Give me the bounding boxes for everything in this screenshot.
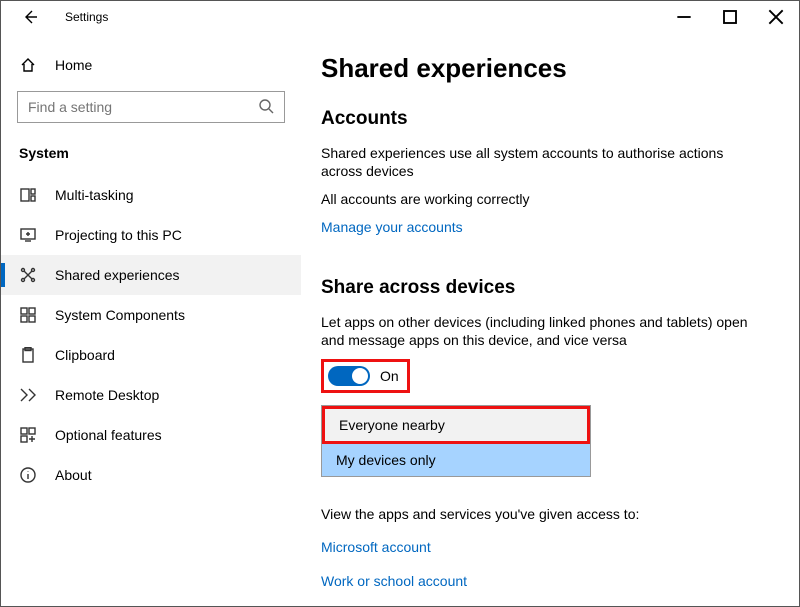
nav-label: About (55, 467, 92, 483)
sidebar-home[interactable]: Home (1, 45, 301, 85)
back-button[interactable] (15, 2, 45, 32)
arrow-left-icon (22, 9, 38, 25)
search-icon (258, 98, 274, 117)
sidebar-category: System (1, 141, 301, 175)
sidebar: Home System Multi-tasking Projecting to … (1, 33, 301, 606)
toggle-label: On (380, 368, 399, 384)
about-icon (19, 467, 37, 483)
access-desc: View the apps and services you've given … (321, 505, 759, 523)
sidebar-item-clipboard[interactable]: Clipboard (1, 335, 301, 375)
close-icon (768, 9, 784, 25)
accounts-heading: Accounts (321, 108, 759, 130)
sidebar-item-multitasking[interactable]: Multi-tasking (1, 175, 301, 215)
share-toggle[interactable] (328, 366, 370, 386)
close-button[interactable] (753, 2, 799, 32)
window-title: Settings (65, 10, 108, 24)
dropdown-option-everyone-nearby[interactable]: Everyone nearby (322, 406, 590, 444)
share-mode-dropdown[interactable]: Everyone nearby My devices only (321, 405, 591, 477)
toggle-knob (352, 368, 368, 384)
manage-accounts-link[interactable]: Manage your accounts (321, 219, 463, 235)
nav-label: System Components (55, 307, 185, 323)
nav-label: Multi-tasking (55, 187, 134, 203)
nav-label: Optional features (55, 427, 162, 443)
sidebar-home-label: Home (55, 57, 92, 73)
search-box[interactable] (17, 91, 285, 123)
sidebar-item-system-components[interactable]: System Components (1, 295, 301, 335)
shared-experiences-icon (19, 267, 37, 283)
sidebar-item-optional-features[interactable]: Optional features (1, 415, 301, 455)
share-devices-heading: Share across devices (321, 277, 759, 299)
work-school-account-link[interactable]: Work or school account (321, 573, 467, 589)
share-devices-desc: Let apps on other devices (including lin… (321, 313, 759, 349)
maximize-button[interactable] (707, 2, 753, 32)
clipboard-icon (19, 347, 37, 363)
microsoft-account-link[interactable]: Microsoft account (321, 539, 431, 555)
sidebar-item-about[interactable]: About (1, 455, 301, 495)
sidebar-item-shared-experiences[interactable]: Shared experiences (1, 255, 301, 295)
components-icon (19, 307, 37, 323)
accounts-desc: Shared experiences use all system accoun… (321, 144, 759, 180)
nav-label: Shared experiences (55, 267, 180, 283)
minimize-button[interactable] (661, 2, 707, 32)
home-icon (19, 57, 37, 73)
maximize-icon (722, 9, 738, 25)
titlebar: Settings (1, 1, 799, 33)
nav-label: Clipboard (55, 347, 115, 363)
page-title: Shared experiences (321, 53, 759, 84)
window-controls (661, 2, 799, 32)
dropdown-option-my-devices-only[interactable]: My devices only (322, 444, 590, 476)
search-input[interactable] (28, 99, 258, 115)
sidebar-item-projecting[interactable]: Projecting to this PC (1, 215, 301, 255)
accounts-status: All accounts are working correctly (321, 190, 759, 208)
share-toggle-row: On (321, 359, 410, 393)
optional-features-icon (19, 427, 37, 443)
sidebar-item-remote-desktop[interactable]: Remote Desktop (1, 375, 301, 415)
remote-desktop-icon (19, 387, 37, 403)
content-pane: Shared experiences Accounts Shared exper… (301, 33, 799, 606)
multitasking-icon (19, 187, 37, 203)
nav-label: Remote Desktop (55, 387, 159, 403)
projecting-icon (19, 227, 37, 243)
minimize-icon (676, 9, 692, 25)
nav-label: Projecting to this PC (55, 227, 182, 243)
